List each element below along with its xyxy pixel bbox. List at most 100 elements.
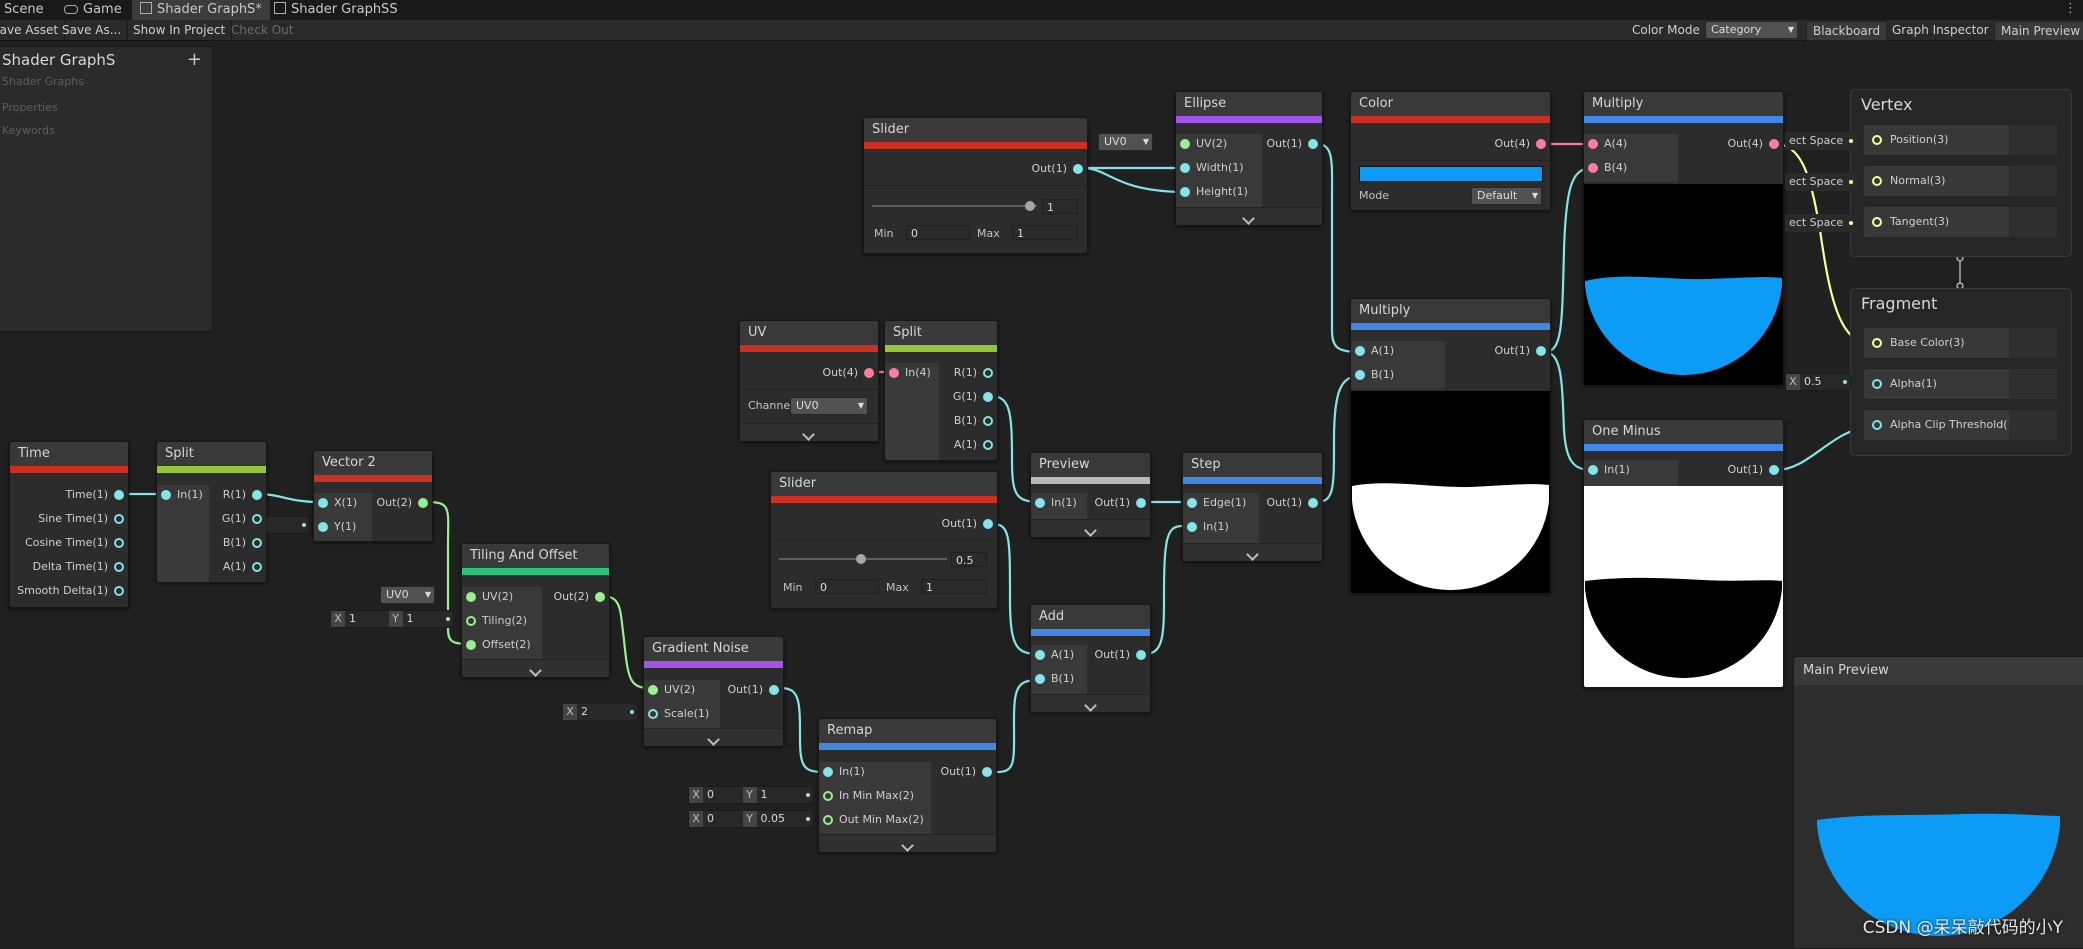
remap-out-min-max-default[interactable]: X0 Y 0.05 (688, 810, 814, 828)
port-step-out[interactable]: Out(1) (1266, 493, 1322, 513)
port-color-out[interactable]: Out(4) (1494, 134, 1550, 154)
ellipse-uv-channel-dropdown[interactable]: UV0 (1098, 133, 1153, 151)
port-noise-uv[interactable]: UV(2) (644, 680, 695, 700)
port-slider-out[interactable]: Out(1) (1031, 159, 1087, 179)
node-expand-toggle[interactable] (462, 659, 609, 677)
slider-max-field[interactable]: 1 (921, 579, 987, 594)
properties-section[interactable]: Properties (2, 101, 58, 114)
remap-in-min-max-default[interactable]: X0 Y1 (688, 786, 814, 804)
port-cosine-time[interactable]: Cosine Time(1) (25, 533, 128, 553)
tangent-space-chip[interactable]: ect Space (1785, 214, 1858, 232)
add-property-button[interactable]: + (187, 49, 202, 70)
slider-min-field[interactable]: 0 (906, 225, 970, 240)
color-swatch[interactable] (1359, 166, 1543, 182)
port-oneminus-out[interactable]: Out(1) (1727, 460, 1783, 480)
vertex-context[interactable]: Vertex Position(3) Normal(3) Tangent(3) (1850, 89, 2072, 257)
node-multiply-color[interactable]: Multiply A(4) B(4) Out(4) (1583, 91, 1784, 386)
port-ellipse-height[interactable]: Height(1) (1176, 182, 1248, 202)
node-multiply-mask[interactable]: Multiply A(1) B(1) Out(1) (1350, 298, 1551, 594)
port-tiling-uv[interactable]: UV(2) (462, 587, 513, 607)
port-multiply-out[interactable]: Out(4) (1727, 134, 1783, 154)
chip-value[interactable]: 0.05 (757, 811, 790, 827)
graph-canvas[interactable]: Scene Game Shader GraphS* Shader GraphSS… (0, 0, 2083, 949)
block-alpha-clip-threshold[interactable]: Alpha Clip Threshold(1) (1864, 410, 2057, 440)
port-delta-time[interactable]: Delta Time(1) (33, 557, 128, 577)
slider-thumb[interactable] (1025, 201, 1035, 211)
port-slider-out[interactable]: Out(1) (941, 514, 997, 534)
port-ellipse-width[interactable]: Width(1) (1176, 158, 1244, 178)
block-alpha[interactable]: Alpha(1) (1864, 369, 2057, 399)
port-step-in[interactable]: In(1) (1183, 517, 1229, 537)
block-tangent[interactable]: Tangent(3) (1864, 207, 2057, 237)
node-expand-toggle[interactable] (1031, 519, 1150, 537)
chip-value[interactable]: 2 (577, 704, 607, 720)
show-in-project-button[interactable]: Show In Project (127, 20, 233, 40)
port-tiling-out[interactable]: Out(2) (553, 587, 609, 607)
port-tiling-tiling[interactable]: Tiling(2) (462, 611, 527, 631)
alpha-default[interactable]: X 0.5 (1785, 373, 1851, 391)
chip-value[interactable]: 0.5 (1800, 374, 1830, 390)
port-noise-out[interactable]: Out(1) (727, 680, 783, 700)
chip-value[interactable]: 1 (345, 611, 375, 627)
port-add-a[interactable]: A(1) (1031, 645, 1074, 665)
main-preview-toggle[interactable]: Main Preview (1994, 21, 2083, 41)
tiling-tiling-default[interactable]: X1 Y1 (330, 610, 454, 628)
port-vector2-out[interactable]: Out(2) (376, 493, 432, 513)
node-ellipse[interactable]: Ellipse UV(2) Width(1) Height(1) Out(1) (1175, 91, 1323, 226)
port-split-g[interactable]: G(1) (222, 509, 266, 529)
slider-max-field[interactable]: 1 (1012, 225, 1078, 240)
port-split-b[interactable]: B(1) (223, 533, 266, 553)
node-split-time[interactable]: Split In(1) R(1) G(1) B(1) A(1) (156, 441, 267, 583)
port-time-out[interactable]: Time(1) (65, 485, 128, 505)
tab-game[interactable]: Game (56, 0, 130, 20)
uv-channel-dropdown[interactable]: UV0 (790, 397, 868, 415)
port-multiply-b[interactable]: B(1) (1351, 365, 1394, 385)
port-vector2-y[interactable]: Y(1) (314, 517, 356, 537)
node-split-uv[interactable]: Split In(4) R(1) G(1) B(1) A(1) (884, 320, 998, 461)
port-preview-out[interactable]: Out(1) (1094, 493, 1150, 513)
node-slider-top[interactable]: Slider Out(1) 1 Min 0 Max 1 (863, 117, 1088, 254)
port-remap-in-min-max[interactable]: In Min Max(2) (819, 786, 914, 806)
vector2-y-default[interactable] (266, 516, 310, 534)
save-as-button[interactable]: Save As... (56, 20, 129, 40)
color-mode-dropdown[interactable]: Default (1471, 187, 1542, 205)
block-position[interactable]: Position(3) (1864, 125, 2057, 155)
port-multiply-a[interactable]: A(4) (1584, 134, 1627, 154)
node-uv[interactable]: UV Out(4) Channe UV0 (739, 320, 879, 442)
port-tiling-offset[interactable]: Offset(2) (462, 635, 531, 655)
normal-space-chip[interactable]: ect Space (1785, 173, 1858, 191)
port-sine-time[interactable]: Sine Time(1) (38, 509, 128, 529)
tiling-uv-channel-dropdown[interactable]: UV0 (380, 586, 435, 604)
port-smooth-delta[interactable]: Smooth Delta(1) (17, 581, 128, 601)
port-multiply-b[interactable]: B(4) (1584, 158, 1627, 178)
tab-scene[interactable]: Scene (0, 0, 52, 20)
node-add[interactable]: Add A(1) B(1) Out(1) (1030, 604, 1151, 713)
chip-value[interactable]: 1 (757, 787, 787, 803)
main-preview-panel[interactable]: Main Preview (1793, 656, 2083, 949)
port-preview-in[interactable]: In(1) (1031, 493, 1077, 513)
block-normal[interactable]: Normal(3) (1864, 166, 2057, 196)
blackboard-panel[interactable]: Shader GraphS Shader Graphs + Properties… (0, 46, 213, 332)
noise-scale-default[interactable]: X2 (562, 703, 638, 721)
blackboard-toggle[interactable]: Blackboard (1806, 21, 1888, 41)
tab-shader-graphs-active[interactable]: Shader GraphS* (132, 0, 270, 20)
chip-value[interactable]: 0 (703, 787, 733, 803)
main-preview-viewport[interactable] (1794, 685, 2083, 948)
node-one-minus[interactable]: One Minus In(1) Out(1) (1583, 419, 1784, 688)
node-expand-toggle[interactable] (740, 423, 878, 441)
slider-track[interactable] (872, 205, 1037, 207)
node-expand-toggle[interactable] (1176, 207, 1322, 225)
keywords-section[interactable]: Keywords (2, 124, 55, 137)
port-ellipse-uv[interactable]: UV(2) (1176, 134, 1227, 154)
node-gradient-noise[interactable]: Gradient Noise UV(2) Scale(1) Out(1) (643, 636, 784, 747)
port-vector2-x[interactable]: X(1) (314, 493, 357, 513)
port-split-b[interactable]: B(1) (954, 411, 997, 431)
node-expand-toggle[interactable] (644, 728, 783, 746)
port-split-a[interactable]: A(1) (223, 557, 266, 577)
port-oneminus-in[interactable]: In(1) (1584, 460, 1630, 480)
node-expand-toggle[interactable] (1031, 694, 1150, 712)
node-expand-toggle[interactable] (1183, 543, 1322, 561)
port-split-g[interactable]: G(1) (953, 387, 997, 407)
port-multiply-out[interactable]: Out(1) (1494, 341, 1550, 361)
tab-shader-graphss[interactable]: Shader GraphSS (266, 0, 406, 20)
